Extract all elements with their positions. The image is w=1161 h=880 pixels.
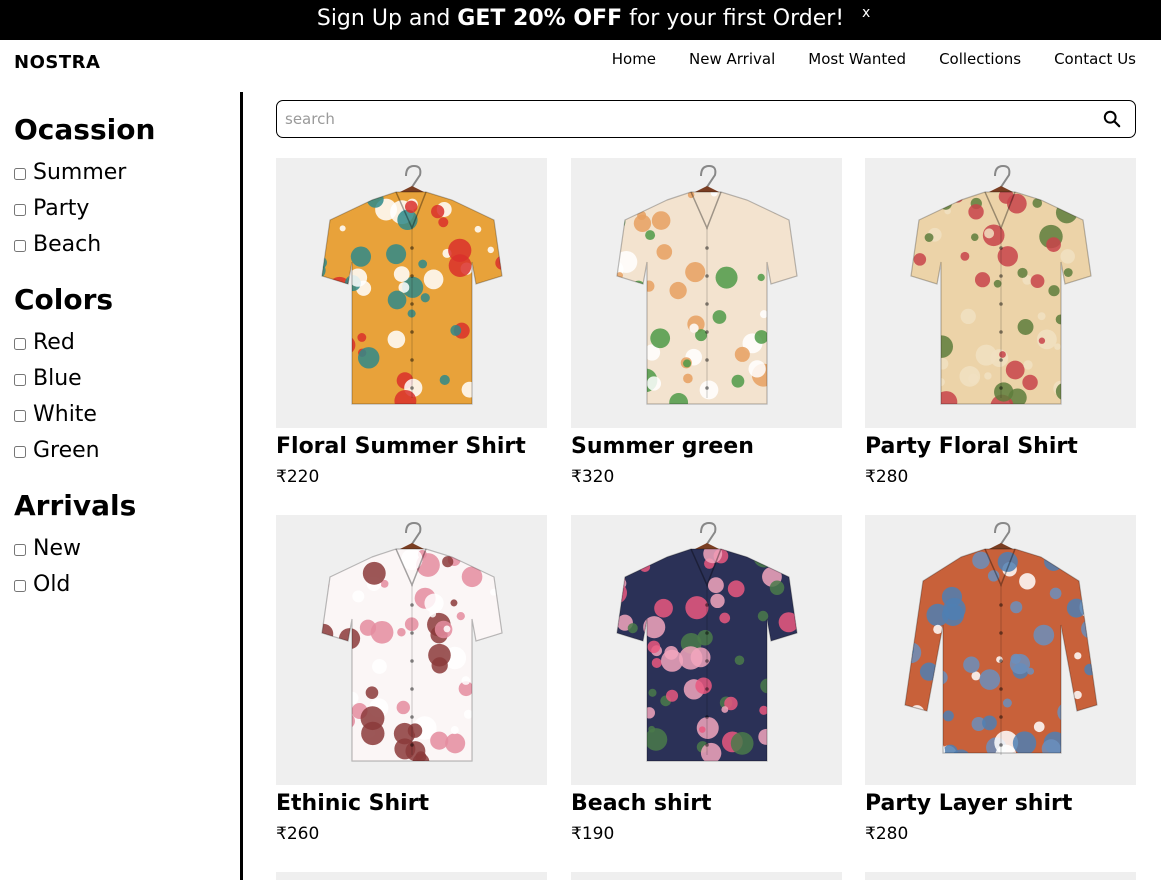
filter-group-occasion: Ocassion Summer Party Beach [0,112,240,262]
filter-group-colors: Colors Red Blue White Green [0,282,240,468]
product-price: ₹260 [276,824,320,844]
product-name[interactable]: Beach shirt [571,789,842,819]
product-image[interactable] [865,158,1136,428]
product-card[interactable]: Floral Summer Shirt ₹220 [276,158,547,488]
search-icon[interactable] [1103,110,1121,128]
promo-text: Sign Up and GET 20% OFF for your first O… [316,6,845,31]
sidebar-divider [240,92,243,880]
checkbox[interactable] [14,167,26,180]
product-name[interactable]: Party Layer shirt [865,789,1136,819]
navbar: NOSTRA Home New Arrival Most Wanted Coll… [0,40,1161,92]
filter-option-party[interactable]: Party [14,190,240,226]
product-card[interactable]: Beach shirt ₹190 [571,515,842,845]
promo-banner: Sign Up and GET 20% OFF for your first O… [0,0,1161,40]
checkbox[interactable] [14,409,26,422]
filter-option-old[interactable]: Old [14,566,240,602]
filter-option-blue[interactable]: Blue [14,360,240,396]
product-image[interactable] [865,515,1136,785]
filter-option-summer[interactable]: Summer [14,154,240,190]
checkbox[interactable] [14,337,26,350]
product-name[interactable]: Ethinic Shirt [276,789,547,819]
checkbox[interactable] [14,203,26,216]
shirt-image [321,521,503,762]
nav-new-arrival[interactable]: New Arrival [689,50,775,68]
checkbox[interactable] [14,543,26,556]
product-card-next-row [571,872,842,880]
shirt-image [910,164,1092,405]
product-image[interactable] [571,158,842,428]
nav-most-wanted[interactable]: Most Wanted [808,50,906,68]
product-price: ₹190 [571,824,615,844]
nav-links: Home New Arrival Most Wanted Collections… [612,50,1136,68]
product-card[interactable]: Party Floral Shirt ₹280 [865,158,1136,488]
filter-title: Arrivals [14,489,137,522]
product-price: ₹220 [276,467,320,487]
product-card-next-row [865,872,1136,880]
nav-collections[interactable]: Collections [939,50,1021,68]
shirt-image [321,164,503,405]
filter-option-new[interactable]: New [14,530,240,566]
product-price: ₹280 [865,467,909,487]
product-image[interactable] [276,515,547,785]
product-price: ₹320 [571,467,615,487]
search-input[interactable] [285,109,1085,129]
product-image[interactable] [571,515,842,785]
shirt-image [904,521,1098,755]
product-card-next-row [276,872,547,880]
nav-home[interactable]: Home [612,50,656,68]
search-bar [276,100,1136,138]
filter-sidebar: Ocassion Summer Party Beach Colors Red B… [0,92,240,880]
product-card[interactable]: Ethinic Shirt ₹260 [276,515,547,845]
filter-option-red[interactable]: Red [14,324,240,360]
nav-contact-us[interactable]: Contact Us [1054,50,1136,68]
filter-option-green[interactable]: Green [14,432,240,468]
product-card[interactable]: Party Layer shirt ₹280 [865,515,1136,845]
product-price: ₹280 [865,824,909,844]
checkbox[interactable] [14,579,26,592]
shirt-image [616,164,798,405]
product-name[interactable]: Party Floral Shirt [865,432,1136,462]
filter-title: Ocassion [14,113,156,146]
promo-close-button[interactable]: x [862,0,870,26]
shirt-image [616,521,798,762]
filter-option-beach[interactable]: Beach [14,226,240,262]
brand-logo[interactable]: NOSTRA [14,52,100,73]
product-card[interactable]: Summer green ₹320 [571,158,842,488]
filter-option-white[interactable]: White [14,396,240,432]
filter-group-arrivals: Arrivals New Old [0,488,240,602]
product-image[interactable] [276,158,547,428]
checkbox[interactable] [14,239,26,252]
checkbox[interactable] [14,445,26,458]
product-name[interactable]: Floral Summer Shirt [276,432,547,462]
checkbox[interactable] [14,373,26,386]
product-name[interactable]: Summer green [571,432,842,462]
filter-title: Colors [14,283,114,316]
